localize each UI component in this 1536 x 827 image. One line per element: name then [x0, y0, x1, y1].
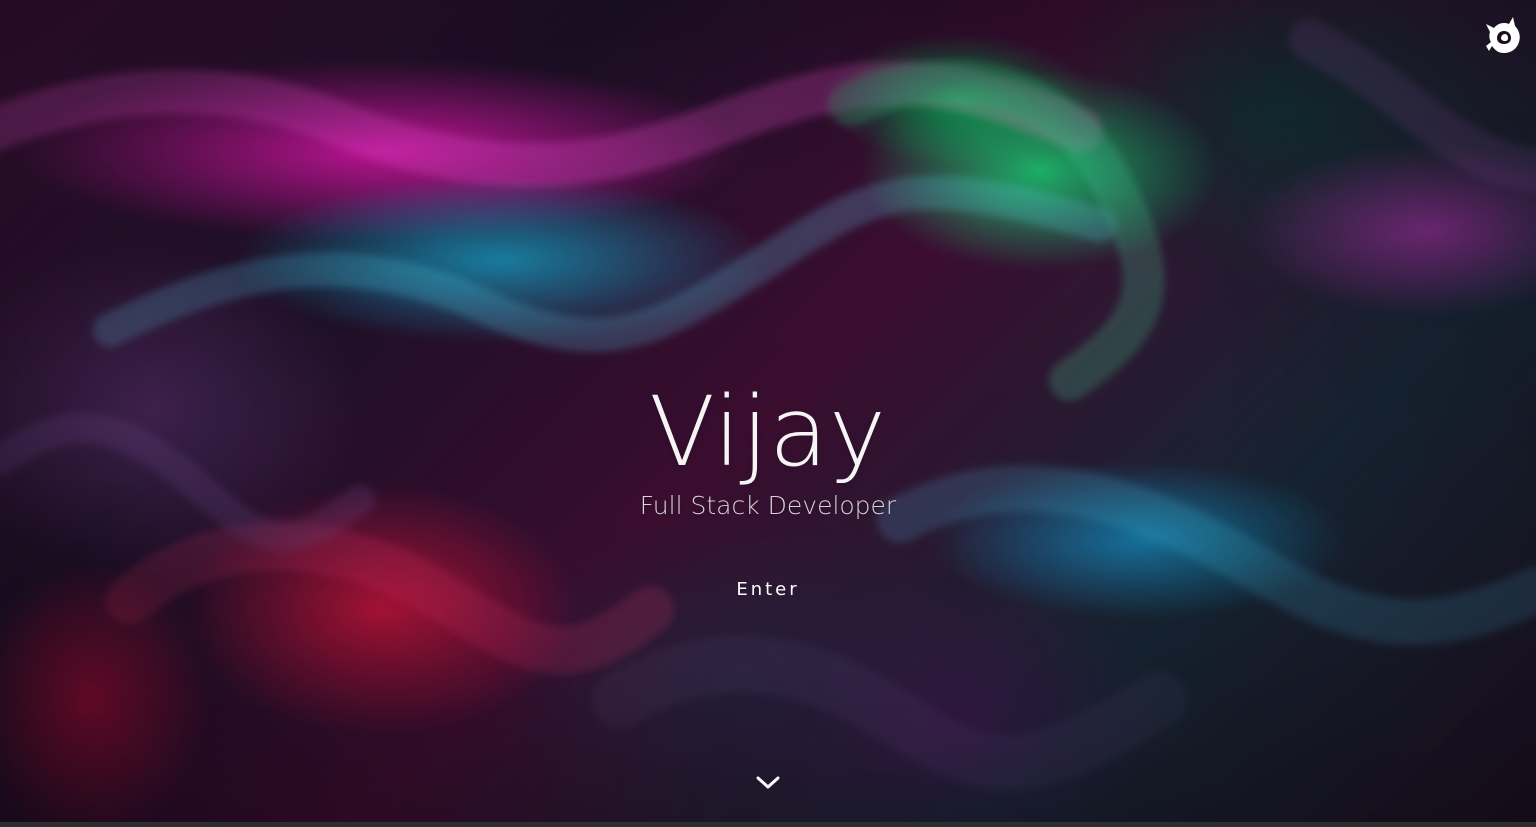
cat-icon[interactable] — [1484, 13, 1522, 57]
scroll-down-button[interactable] — [751, 767, 785, 797]
subtitle: Full Stack Developer — [639, 491, 897, 520]
hero-section: Vijay Full Stack Developer Enter — [0, 0, 1536, 822]
bottom-bar — [0, 822, 1536, 827]
page-title: Vijay — [649, 376, 887, 489]
enter-button[interactable]: Enter — [718, 573, 818, 607]
chevron-down-icon — [756, 776, 780, 789]
